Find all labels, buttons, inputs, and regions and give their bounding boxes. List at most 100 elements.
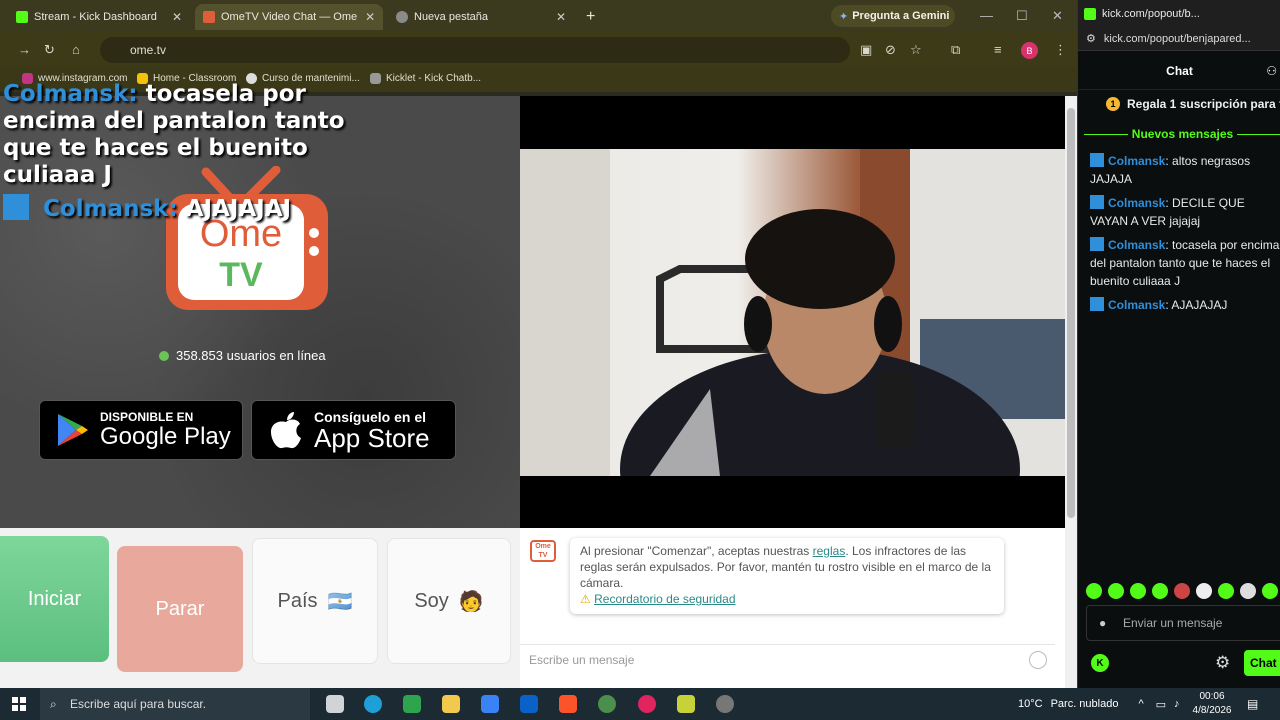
kick-url-text: kick.com/popout/benjapared... bbox=[1103, 32, 1251, 45]
scrollbar-thumb[interactable] bbox=[1067, 108, 1075, 518]
webcam-scene bbox=[520, 149, 1065, 476]
overlay-text: tocasela por bbox=[145, 81, 306, 107]
close-icon[interactable]: ✕ bbox=[548, 10, 566, 24]
weather-temp[interactable]: 10°C bbox=[1018, 698, 1043, 710]
country-filter-button[interactable]: País 🇦🇷 bbox=[252, 538, 378, 664]
network-icon[interactable]: ▭ bbox=[1156, 698, 1166, 711]
ometv-small-logo-icon: Ome TV bbox=[530, 540, 556, 562]
chat-message: Colmansk: tocasela por encima del pantal… bbox=[1090, 236, 1280, 290]
page-scrollbar[interactable] bbox=[1065, 96, 1077, 688]
emote-icon[interactable] bbox=[1262, 583, 1278, 599]
new-tab-button[interactable]: + bbox=[578, 4, 602, 30]
media-queue-icon[interactable]: ≡ bbox=[994, 42, 1002, 57]
kick-logo-icon[interactable]: K bbox=[1091, 654, 1109, 672]
emote-icon[interactable] bbox=[1196, 583, 1212, 599]
online-users-counter: 358.853 usuarios en línea bbox=[159, 348, 326, 363]
emote-icon[interactable] bbox=[1218, 583, 1234, 599]
outlook-icon[interactable] bbox=[520, 695, 538, 713]
chat-username[interactable]: Colmansk bbox=[1108, 154, 1165, 168]
google-play-button[interactable]: DISPONIBLE EN Google Play bbox=[39, 400, 243, 460]
address-url: ome.tv bbox=[130, 43, 167, 57]
brave-icon[interactable] bbox=[559, 695, 577, 713]
emote-icon[interactable] bbox=[1240, 583, 1256, 599]
tab-kick-dashboard[interactable]: Stream - Kick Dashboard ✕ bbox=[8, 4, 190, 30]
minimize-icon[interactable]: — bbox=[980, 8, 993, 23]
app-icon[interactable] bbox=[403, 695, 421, 713]
emoji-icon[interactable] bbox=[1029, 651, 1047, 669]
weather-desc[interactable]: Parc. nublado bbox=[1051, 698, 1119, 710]
cast-icon[interactable]: ▣ bbox=[860, 42, 872, 58]
emote-icon[interactable] bbox=[1108, 583, 1124, 599]
gemini-sparkle-icon: ✦ bbox=[839, 10, 849, 23]
chat-username[interactable]: Colmansk bbox=[1108, 238, 1165, 252]
gift-coin-icon: 1 bbox=[1106, 97, 1120, 111]
new-messages-divider[interactable]: Nuevos mensajes bbox=[1084, 127, 1280, 143]
kick-address-bar[interactable]: ⚙ kick.com/popout/benjapared... bbox=[1078, 27, 1280, 51]
obs-icon[interactable] bbox=[716, 695, 734, 713]
taskbar-clock[interactable]: 00:06 4/8/2026 bbox=[1192, 690, 1232, 718]
taskbar-search[interactable]: ⌕ Escribe aquí para buscar. bbox=[40, 688, 310, 720]
gender-filter-button[interactable]: Soy 🧑 bbox=[387, 538, 511, 664]
app-icon[interactable] bbox=[677, 695, 695, 713]
extensions-icon[interactable]: ⧉ bbox=[951, 42, 960, 58]
notifications-icon[interactable]: ▤ bbox=[1247, 697, 1258, 711]
overlay-line: Colmansk: tocasela por bbox=[3, 81, 383, 108]
user-badge-icon bbox=[1090, 195, 1104, 209]
menu-icon[interactable]: ⋮ bbox=[1054, 42, 1067, 58]
close-window-icon[interactable]: ✕ bbox=[1052, 8, 1063, 24]
maximize-icon[interactable]: ☐ bbox=[1016, 8, 1028, 24]
windows-taskbar: ⌕ Escribe aquí para buscar. 10°C Parc. n… bbox=[0, 688, 1280, 720]
user-badge-icon bbox=[1090, 153, 1104, 167]
site-settings-icon[interactable]: ⚙ bbox=[1086, 32, 1096, 45]
chat-controls: Iniciar Parar País 🇦🇷 Soy 🧑 bbox=[0, 528, 520, 688]
users-icon[interactable]: ⚇ bbox=[1266, 64, 1277, 78]
app-icon[interactable] bbox=[638, 695, 656, 713]
overlay-text: AJAJAJAJ bbox=[185, 196, 292, 222]
kick-message-input[interactable]: ● Enviar un mensaje bbox=[1086, 605, 1280, 641]
emote-icon[interactable] bbox=[1086, 583, 1102, 599]
chrome-icon[interactable] bbox=[598, 695, 616, 713]
safety-reminder-link[interactable]: Recordatorio de seguridad bbox=[594, 592, 735, 606]
stop-button[interactable]: Parar bbox=[117, 546, 243, 672]
ometv-page: Ome TV 358.853 usuarios en línea DISPONI… bbox=[0, 81, 1077, 688]
bookmark-star-icon[interactable]: ☆ bbox=[910, 42, 922, 58]
edge-icon[interactable] bbox=[364, 695, 382, 713]
reload-icon[interactable]: ↻ bbox=[44, 42, 55, 58]
task-view-icon[interactable] bbox=[326, 695, 344, 713]
app-store-button[interactable]: Consíguelo en el App Store bbox=[251, 400, 456, 460]
profile-avatar[interactable]: B bbox=[1021, 42, 1038, 59]
chat-username[interactable]: Colmansk bbox=[1108, 196, 1165, 210]
system-tray: 10°C Parc. nublado ^ ▭ ♪ bbox=[1018, 688, 1180, 720]
tab-new-tab[interactable]: Nueva pestaña ✕ bbox=[388, 4, 574, 30]
overlay-line: culiaaa J bbox=[3, 162, 112, 188]
emote-icon[interactable] bbox=[1174, 583, 1190, 599]
chevron-up-icon[interactable]: ^ bbox=[1138, 698, 1143, 710]
close-icon[interactable]: ✕ bbox=[357, 10, 375, 24]
kick-input-placeholder: Enviar un mensaje bbox=[1123, 616, 1223, 630]
emote-icon[interactable] bbox=[1130, 583, 1146, 599]
address-bar[interactable]: ome.tv bbox=[100, 37, 850, 63]
bookmark-kicklet[interactable]: Kicklet - Kick Chatb... bbox=[370, 73, 481, 84]
kick-window-titlebar: kick.com/popout/b... bbox=[1078, 0, 1280, 27]
kick-send-chat-button[interactable]: Chat bbox=[1244, 650, 1280, 676]
ask-gemini-button[interactable]: ✦ Pregunta a Gemini bbox=[831, 5, 955, 27]
back-icon[interactable]: → bbox=[18, 42, 31, 57]
home-icon[interactable]: ⌂ bbox=[72, 42, 80, 57]
kick-gift-sub-banner[interactable]: 1 Regala 1 suscripción para tor bbox=[1106, 97, 1280, 111]
message-input[interactable]: Escribe un mensaje bbox=[520, 644, 1055, 674]
tab-ometv[interactable]: OmeTV Video Chat — Ome ✕ bbox=[195, 4, 383, 30]
start-button[interactable]: Iniciar bbox=[0, 536, 109, 662]
store-icon[interactable] bbox=[481, 695, 499, 713]
chat-username[interactable]: Colmansk bbox=[1108, 298, 1165, 312]
emote-icon[interactable] bbox=[1152, 583, 1168, 599]
volume-icon[interactable]: ♪ bbox=[1174, 698, 1180, 710]
rules-link[interactable]: reglas bbox=[813, 544, 846, 558]
browser-toolbar: → ↻ ⌂ ome.tv ▣ ⊘ ☆ ⧉ ≡ ⋮ bbox=[0, 32, 1077, 68]
close-icon[interactable]: ✕ bbox=[164, 10, 182, 24]
windows-start-icon[interactable] bbox=[12, 697, 26, 711]
overlay-badge-icon bbox=[3, 194, 29, 220]
gear-icon[interactable]: ⚙ bbox=[1215, 653, 1230, 673]
rules-notice: Al presionar "Comenzar", aceptas nuestra… bbox=[570, 538, 1004, 614]
file-explorer-icon[interactable] bbox=[442, 695, 460, 713]
eye-off-icon[interactable]: ⊘ bbox=[885, 42, 896, 58]
